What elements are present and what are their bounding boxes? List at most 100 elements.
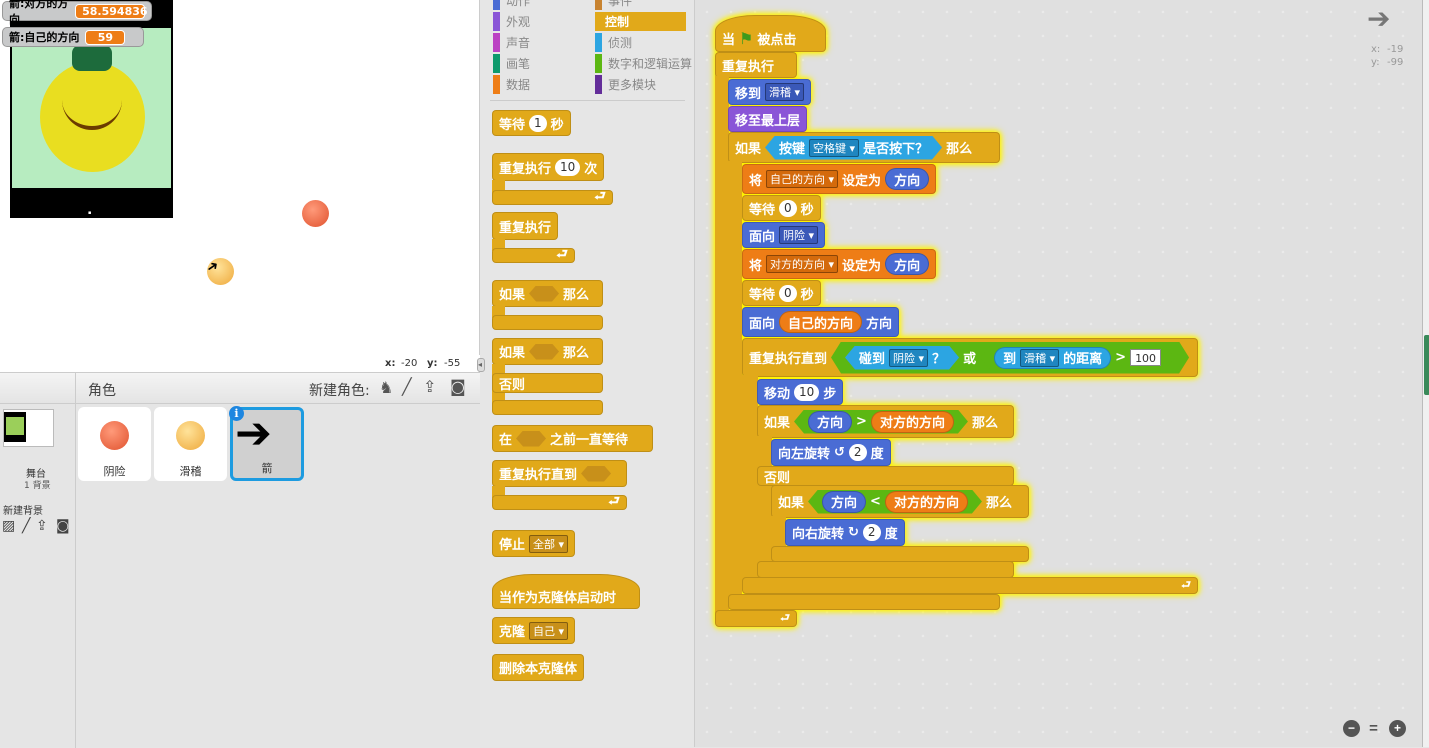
stage-thumbnail[interactable] xyxy=(3,409,54,447)
greater-than-condition[interactable]: 方向 > 对方的方向 xyxy=(794,410,968,434)
zoom-in-button[interactable]: + xyxy=(1389,720,1406,737)
category-sensing[interactable]: 侦测 xyxy=(595,33,632,52)
opponent-direction-reporter[interactable]: 对方的方向 xyxy=(871,411,954,433)
wait-block[interactable]: 等待 0 秒 xyxy=(742,280,821,306)
upload-backdrop-icon[interactable]: ⇪ xyxy=(36,518,48,534)
wait-block[interactable]: 等待 0 秒 xyxy=(742,195,821,221)
palette-repeat-block[interactable]: 重复执行 10 次 xyxy=(492,153,605,181)
choose-sprite-from-library-icon[interactable]: ♞ xyxy=(379,378,393,397)
category-operators[interactable]: 数字和逻辑运算 xyxy=(595,54,692,73)
sprite-tile-sinister[interactable]: 阴险 xyxy=(78,407,151,481)
wait-seconds-input[interactable]: 0 xyxy=(779,284,797,302)
paint-backdrop-icon[interactable]: ╱ xyxy=(22,518,30,534)
backdrop-count: 1 背景 xyxy=(24,481,51,491)
palette-if-block[interactable]: 如果 那么 xyxy=(492,280,603,307)
point-target-dropdown[interactable]: 阴险 xyxy=(779,226,819,244)
sprite-info-button[interactable]: i xyxy=(229,406,244,421)
palette-repeat-end: ⮐ xyxy=(492,189,613,205)
clone-dropdown[interactable]: 自己 xyxy=(529,621,569,640)
distance-threshold-input[interactable]: 100 xyxy=(1130,349,1161,366)
move-steps-block[interactable]: 移动 10 步 xyxy=(757,379,844,405)
category-events[interactable]: 事件 xyxy=(595,0,632,10)
palette-repeat-until-block[interactable]: 重复执行直到 xyxy=(492,460,627,487)
own-direction-reporter[interactable]: 自己的方向 xyxy=(779,311,863,333)
variable-dropdown[interactable]: 自己的方向 xyxy=(766,170,839,188)
go-to-front-block[interactable]: 移至最上层 xyxy=(728,106,808,132)
category-pen[interactable]: 画笔 xyxy=(493,54,530,73)
script-area-scrollbar[interactable] xyxy=(1422,0,1429,747)
turn-left-block[interactable]: 向左旋转 ↺ 2 度 xyxy=(771,439,891,466)
palette-delete-clone-block[interactable]: 删除本克隆体 xyxy=(492,654,585,681)
variable-monitor-opponent-direction[interactable]: 箭:对方的方向 58.594836 xyxy=(2,0,152,26)
mouse-y-label: y: xyxy=(427,358,438,369)
wait-seconds-input[interactable]: 0 xyxy=(779,199,797,217)
palette-if-else-block[interactable]: 如果 那么 xyxy=(492,338,603,365)
point-in-direction-block[interactable]: 面向 自己的方向 方向 xyxy=(742,307,900,337)
zoom-reset-button[interactable]: = xyxy=(1365,720,1382,737)
distance-dropdown[interactable]: 滑稽 xyxy=(1020,349,1059,367)
steps-input[interactable]: 10 xyxy=(794,383,820,401)
paint-new-sprite-icon[interactable]: ╱ xyxy=(402,377,412,396)
variable-dropdown[interactable]: 对方的方向 xyxy=(766,255,839,273)
or-condition[interactable]: 碰到阴险？ 或 到滑稽的距离>100 xyxy=(831,342,1189,374)
sprite-thumbnail xyxy=(176,421,205,450)
key-pressed-condition[interactable]: 按键空格键是否按下？ xyxy=(765,136,942,160)
category-control-selected[interactable]: 控制 xyxy=(595,12,686,31)
direction-reporter[interactable]: 方向 xyxy=(885,168,930,190)
monitor-label: 箭:对方的方向 xyxy=(9,0,69,26)
sprite-direction-preview-icon: ➔ xyxy=(1367,2,1391,35)
repeat-until-end: ⮐ xyxy=(742,577,1198,594)
set-own-direction-block[interactable]: 将自己的方向设定为方向 xyxy=(742,164,937,194)
collapse-stage-handle[interactable]: ◂ xyxy=(477,358,485,372)
variable-monitor-own-direction[interactable]: 箭:自己的方向 59 xyxy=(2,27,144,47)
palette-clone-block[interactable]: 克隆 自己 xyxy=(492,617,576,644)
zoom-out-button[interactable]: − xyxy=(1343,720,1360,737)
go-to-target-dropdown[interactable]: 滑稽 xyxy=(765,83,805,101)
palette-clone-start-hat[interactable]: 当作为克隆体启动时 xyxy=(492,574,640,609)
repeat-until-block[interactable]: 重复执行直到 碰到阴险？ 或 到滑稽的距离>100 xyxy=(742,338,1198,377)
palette-wait-until-block[interactable]: 在之前一直等待 xyxy=(492,425,653,452)
opponent-direction-reporter[interactable]: 对方的方向 xyxy=(885,491,968,513)
when-flag-clicked-hat[interactable]: 当 ⚑ 被点击 xyxy=(715,15,826,52)
sprite-sinister-face[interactable] xyxy=(302,200,329,227)
less-than-condition[interactable]: 方向 < 对方的方向 xyxy=(808,490,982,514)
monitor-value: 58.594836 xyxy=(75,3,148,19)
backdrop-library-icon[interactable]: ▨ xyxy=(2,518,15,534)
direction-reporter[interactable]: 方向 xyxy=(885,253,930,275)
new-sprite-label: 新建角色: xyxy=(309,383,370,399)
turn-right-block[interactable]: 向右旋转 ↻ 2 度 xyxy=(785,519,905,546)
direction-reporter[interactable]: 方向 xyxy=(808,411,852,433)
stop-dropdown[interactable]: 全部 xyxy=(529,534,569,553)
palette-wait-block[interactable]: 等待 1 秒 xyxy=(492,110,571,136)
category-more-blocks[interactable]: 更多模块 xyxy=(595,75,656,94)
sprite-tile-funny[interactable]: 滑稽 xyxy=(154,407,227,481)
stage[interactable]: ▪ 箭:对方的方向 58.594836 箭:自己的方向 59 ➜ xyxy=(0,0,480,355)
sprites-header: 角色 xyxy=(88,383,116,399)
category-data[interactable]: 数据 xyxy=(493,75,530,94)
if-block[interactable]: 如果 方向 < 对方的方向 那么 xyxy=(771,485,1029,518)
if-key-pressed-block[interactable]: 如果 按键空格键是否按下？ 那么 xyxy=(728,132,1000,163)
degrees-input[interactable]: 2 xyxy=(862,524,881,541)
key-dropdown[interactable]: 空格键 xyxy=(809,139,859,157)
camera-sprite-icon[interactable]: ◙ xyxy=(450,377,466,396)
palette-if-else-end xyxy=(492,400,603,415)
degrees-input[interactable]: 2 xyxy=(848,444,867,461)
set-opponent-direction-block[interactable]: 将对方的方向设定为方向 xyxy=(742,249,937,279)
distance-reporter[interactable]: 到滑稽的距离 xyxy=(994,347,1111,369)
forever-block[interactable]: 重复执行 xyxy=(715,52,797,78)
point-towards-block[interactable]: 面向 阴险 xyxy=(742,222,826,248)
palette-stop-block[interactable]: 停止 全部 xyxy=(492,530,576,557)
category-looks[interactable]: 外观 xyxy=(493,12,530,31)
category-sound[interactable]: 声音 xyxy=(493,33,530,52)
greater-than-condition[interactable]: 到滑稽的距离>100 xyxy=(980,346,1175,370)
if-else-block[interactable]: 如果 方向 > 对方的方向 那么 xyxy=(757,405,1014,438)
go-to-block[interactable]: 移到 滑稽 xyxy=(728,79,812,105)
touching-condition[interactable]: 碰到阴险？ xyxy=(845,346,959,370)
touching-dropdown[interactable]: 阴险 xyxy=(889,349,928,367)
category-motion[interactable]: 动作 xyxy=(493,0,530,10)
direction-reporter[interactable]: 方向 xyxy=(822,491,866,513)
palette-forever-end: ⮐ xyxy=(492,247,575,263)
camera-backdrop-icon[interactable]: ◙ xyxy=(56,518,70,534)
upload-sprite-icon[interactable]: ⇪ xyxy=(423,377,436,396)
palette-forever-block[interactable]: 重复执行 xyxy=(492,212,559,240)
